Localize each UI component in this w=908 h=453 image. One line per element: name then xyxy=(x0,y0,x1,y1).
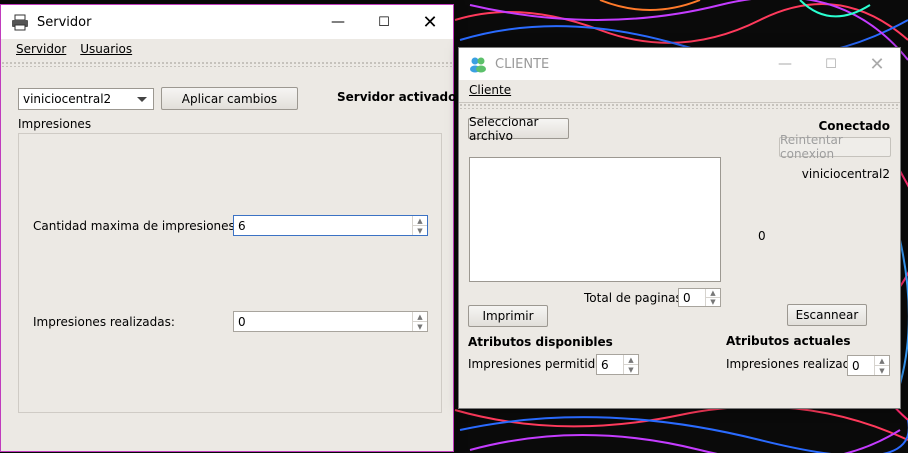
servidor-titlebar[interactable]: Servidor — ☐ ✕ xyxy=(1,5,453,39)
allowed-prints-stepper[interactable]: 6 ▲ ▼ xyxy=(596,354,639,375)
menu-cliente[interactable]: Cliente xyxy=(469,83,511,97)
max-prints-stepper[interactable]: 6 ▲ ▼ xyxy=(233,215,428,236)
stepper-up-icon[interactable]: ▲ xyxy=(413,312,427,321)
user-select[interactable]: viniciocentral2 xyxy=(18,88,154,110)
allowed-prints-value: 6 xyxy=(601,357,609,372)
max-prints-value: 6 xyxy=(238,218,246,233)
users-icon xyxy=(470,57,486,73)
close-button[interactable]: ✕ xyxy=(407,5,453,39)
minimize-button[interactable]: — xyxy=(762,48,808,80)
toolbar-grip[interactable] xyxy=(459,103,900,109)
stepper-up-icon[interactable]: ▲ xyxy=(624,355,638,364)
total-pages-label: Total de paginas: xyxy=(584,291,686,305)
retry-connection-button[interactable]: Reintentar conexion xyxy=(779,133,891,161)
server-status: Servidor activado xyxy=(337,90,457,104)
stepper-down-icon[interactable]: ▼ xyxy=(413,321,427,331)
cliente-titlebar[interactable]: CLIENTE — ☐ ✕ xyxy=(459,48,900,80)
stepper-down-icon[interactable]: ▼ xyxy=(875,365,889,375)
minimize-button[interactable]: — xyxy=(315,5,361,39)
total-pages-stepper[interactable]: 0 ▲ ▼ xyxy=(678,288,721,307)
window-title: Servidor xyxy=(37,14,92,30)
cliente-window: CLIENTE — ☐ ✕ Cliente Seleccionar archiv… xyxy=(459,48,900,408)
connected-user: viniciocentral2 xyxy=(801,167,890,181)
user-select-value: viniciocentral2 xyxy=(23,92,112,106)
prints-done-value: 0 xyxy=(852,358,860,373)
impresiones-group xyxy=(18,133,442,413)
window-title: CLIENTE xyxy=(495,56,550,72)
maximize-button[interactable]: ☐ xyxy=(808,48,854,80)
scan-button[interactable]: Escannear xyxy=(787,304,867,326)
toolbar-grip[interactable] xyxy=(1,61,453,67)
stepper-down-icon[interactable]: ▼ xyxy=(624,364,638,374)
select-file-button[interactable]: Seleccionar archivo xyxy=(468,115,569,143)
count-display: 0 xyxy=(758,229,766,243)
prints-done-label: Impresiones realizadas: xyxy=(33,315,175,329)
printer-icon xyxy=(12,14,28,31)
maximize-button[interactable]: ☐ xyxy=(361,5,407,39)
menu-servidor[interactable]: Servidor xyxy=(16,42,66,56)
servidor-window: Servidor — ☐ ✕ Servidor Usuarios vinicio… xyxy=(1,5,457,451)
prints-done-value: 0 xyxy=(238,314,246,329)
allowed-prints-label: Impresiones permitidas: xyxy=(468,357,613,371)
stepper-up-icon[interactable]: ▲ xyxy=(875,356,889,365)
stepper-up-icon[interactable]: ▲ xyxy=(413,216,427,225)
file-preview-list[interactable] xyxy=(469,157,721,282)
impresiones-group-label: Impresiones xyxy=(18,117,92,131)
stepper-up-icon[interactable]: ▲ xyxy=(706,289,720,297)
connection-status: Conectado xyxy=(818,119,890,133)
cliente-menubar: Cliente xyxy=(459,80,900,100)
chevron-down-icon xyxy=(137,97,147,102)
servidor-menubar: Servidor Usuarios xyxy=(1,39,453,59)
menu-usuarios[interactable]: Usuarios xyxy=(80,42,132,56)
print-button[interactable]: Imprimir xyxy=(468,305,548,327)
stepper-down-icon[interactable]: ▼ xyxy=(413,225,427,235)
close-button[interactable]: ✕ xyxy=(854,48,900,80)
total-pages-value: 0 xyxy=(683,290,691,305)
max-prints-label: Cantidad maxima de impresiones: xyxy=(33,219,239,233)
stepper-down-icon[interactable]: ▼ xyxy=(706,297,720,306)
prints-done-stepper[interactable]: 0 ▲ ▼ xyxy=(233,311,428,332)
available-attributes-title: Atributos disponibles xyxy=(468,335,613,349)
apply-changes-button[interactable]: Aplicar cambios xyxy=(161,87,298,110)
current-attributes-title: Atributos actuales xyxy=(726,334,851,348)
prints-done-stepper[interactable]: 0 ▲ ▼ xyxy=(847,355,890,376)
